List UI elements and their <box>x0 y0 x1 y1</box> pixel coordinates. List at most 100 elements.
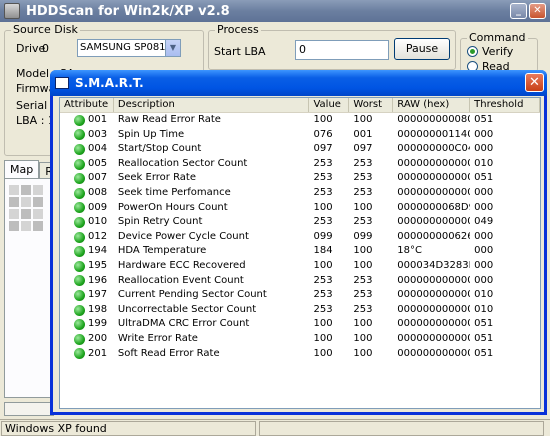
threshold-cell: 051 <box>474 172 494 184</box>
map-block <box>9 209 19 219</box>
pause-button[interactable]: Pause <box>394 38 450 60</box>
threshold-cell: 051 <box>474 114 494 125</box>
column-header-description[interactable]: Description <box>114 98 310 112</box>
raw-cell: 000000000000 <box>397 318 471 330</box>
description-cell: Raw Read Error Rate <box>117 114 221 125</box>
table-row[interactable]: 198 Uncorrectable Sector Count 253 253 0… <box>60 303 540 318</box>
map-block <box>9 197 19 207</box>
status-ok-icon <box>74 216 85 228</box>
attribute-id: 200 <box>88 332 108 344</box>
description-cell: PowerOn Hours Count <box>117 201 228 213</box>
horizontal-scrollbar[interactable] <box>4 402 54 416</box>
worst-cell: 253 <box>353 303 373 315</box>
smart-table: Attribute Description Value Worst RAW (h… <box>59 97 541 409</box>
main-title-bar[interactable]: HDDScan for Win2k/XP v2.8 _ ✕ <box>0 0 550 22</box>
description-cell: Reallocation Sector Count <box>117 157 248 169</box>
chevron-down-icon[interactable]: ▼ <box>165 40 180 56</box>
threshold-cell: 010 <box>474 289 494 301</box>
value-cell: 076 <box>313 128 333 140</box>
column-header-value[interactable]: Value <box>309 98 350 112</box>
description-cell: Spin Retry Count <box>117 216 203 228</box>
status-text: Windows XP found <box>1 421 256 436</box>
table-row[interactable]: 196 Reallocation Event Count 253 253 000… <box>60 274 540 289</box>
app-icon <box>4 3 20 19</box>
map-block <box>21 197 31 207</box>
table-row[interactable]: 001 Raw Read Error Rate 100 100 00000000… <box>60 113 540 128</box>
smart-title: S.M.A.R.T. <box>75 76 144 90</box>
attribute-id: 199 <box>88 318 108 330</box>
table-row[interactable]: 009 PowerOn Hours Count 100 100 00000000… <box>60 201 540 216</box>
verify-radio[interactable] <box>467 46 478 57</box>
column-header-worst[interactable]: Worst <box>349 98 394 112</box>
threshold-cell: 000 <box>474 143 494 155</box>
value-cell: 253 <box>313 157 333 169</box>
threshold-cell: 010 <box>474 303 494 315</box>
drive-select[interactable]: SAMSUNG SP0812 ▼ <box>77 39 181 57</box>
attribute-id: 198 <box>88 303 108 315</box>
description-cell: Reallocation Event Count <box>117 274 244 286</box>
map-block <box>21 209 31 219</box>
description-cell: Write Error Rate <box>117 332 198 344</box>
attribute-id: 001 <box>88 114 108 125</box>
worst-cell: 100 <box>353 259 373 271</box>
worst-cell: 100 <box>353 245 373 257</box>
column-header-attribute[interactable]: Attribute <box>60 98 114 112</box>
description-cell: UltraDMA CRC Error Count <box>117 318 250 330</box>
drive-select-value: SAMSUNG SP0812 <box>80 42 172 53</box>
attribute-id: 004 <box>88 143 108 155</box>
table-row[interactable]: 005 Reallocation Sector Count 253 253 00… <box>60 157 540 172</box>
map-block <box>33 185 43 195</box>
status-ok-icon <box>74 275 85 287</box>
attribute-id: 005 <box>88 157 108 169</box>
table-row[interactable]: 008 Seek time Perfomance 253 253 0000000… <box>60 186 540 201</box>
table-row[interactable]: 194 HDA Temperature 184 100 18°C 000 <box>60 244 540 259</box>
tab-map[interactable]: Map <box>4 160 40 180</box>
status-ok-icon <box>74 231 85 243</box>
description-cell: Device Power Cycle Count <box>117 230 249 242</box>
value-cell: 097 <box>313 143 333 155</box>
threshold-cell: 000 <box>474 274 494 286</box>
threshold-cell: 051 <box>474 347 494 359</box>
threshold-cell: 000 <box>474 230 494 242</box>
raw-cell: 0000000068D9D <box>397 201 470 213</box>
table-row[interactable]: 010 Spin Retry Count 253 253 00000000000… <box>60 215 540 230</box>
window-title: HDDScan for Win2k/XP v2.8 <box>26 3 230 19</box>
value-cell: 100 <box>313 114 333 125</box>
description-cell: Current Pending Sector Count <box>117 289 267 301</box>
threshold-cell: 051 <box>474 332 494 344</box>
table-row[interactable]: 012 Device Power Cycle Count 099 099 000… <box>60 230 540 245</box>
value-cell: 100 <box>313 347 333 359</box>
column-header-raw[interactable]: RAW (hex) <box>393 98 471 112</box>
map-block <box>21 221 31 231</box>
start-lba-input[interactable]: 0 <box>295 40 389 60</box>
description-cell: Hardware ECC Recovered <box>117 259 246 271</box>
table-row[interactable]: 197 Current Pending Sector Count 253 253… <box>60 288 540 303</box>
worst-cell: 100 <box>353 201 373 213</box>
table-row[interactable]: 003 Spin Up Time 076 001 000000001140 00… <box>60 128 540 143</box>
attribute-id: 010 <box>88 216 108 228</box>
worst-cell: 100 <box>353 332 373 344</box>
table-row[interactable]: 007 Seek Error Rate 253 253 000000000000… <box>60 171 540 186</box>
close-icon[interactable]: ✕ <box>529 3 546 19</box>
table-row[interactable]: 199 UltraDMA CRC Error Count 100 100 000… <box>60 317 540 332</box>
table-row[interactable]: 004 Start/Stop Count 097 097 000000000C0… <box>60 142 540 157</box>
table-row[interactable]: 200 Write Error Rate 100 100 00000000000… <box>60 332 540 347</box>
table-row[interactable]: 201 Soft Read Error Rate 100 100 0000000… <box>60 347 540 362</box>
description-cell: Seek Error Rate <box>117 172 196 184</box>
column-header-threshold[interactable]: Threshold <box>470 98 540 112</box>
status-ok-icon <box>74 143 85 155</box>
raw-cell: 18°C <box>397 245 423 257</box>
worst-cell: 253 <box>353 172 373 184</box>
close-icon[interactable]: ✕ <box>525 73 544 92</box>
description-cell: HDA Temperature <box>117 245 207 257</box>
worst-cell: 253 <box>353 157 373 169</box>
smart-title-bar[interactable]: S.M.A.R.T. ✕ <box>50 70 547 96</box>
status-ok-icon <box>74 348 85 360</box>
value-cell: 253 <box>313 172 333 184</box>
raw-cell: 000000000080 <box>397 114 471 125</box>
minimize-icon[interactable]: _ <box>510 3 527 19</box>
table-row[interactable]: 195 Hardware ECC Recovered 100 100 00003… <box>60 259 540 274</box>
worst-cell: 100 <box>353 318 373 330</box>
status-ok-icon <box>74 246 85 258</box>
status-ok-icon <box>74 158 85 170</box>
